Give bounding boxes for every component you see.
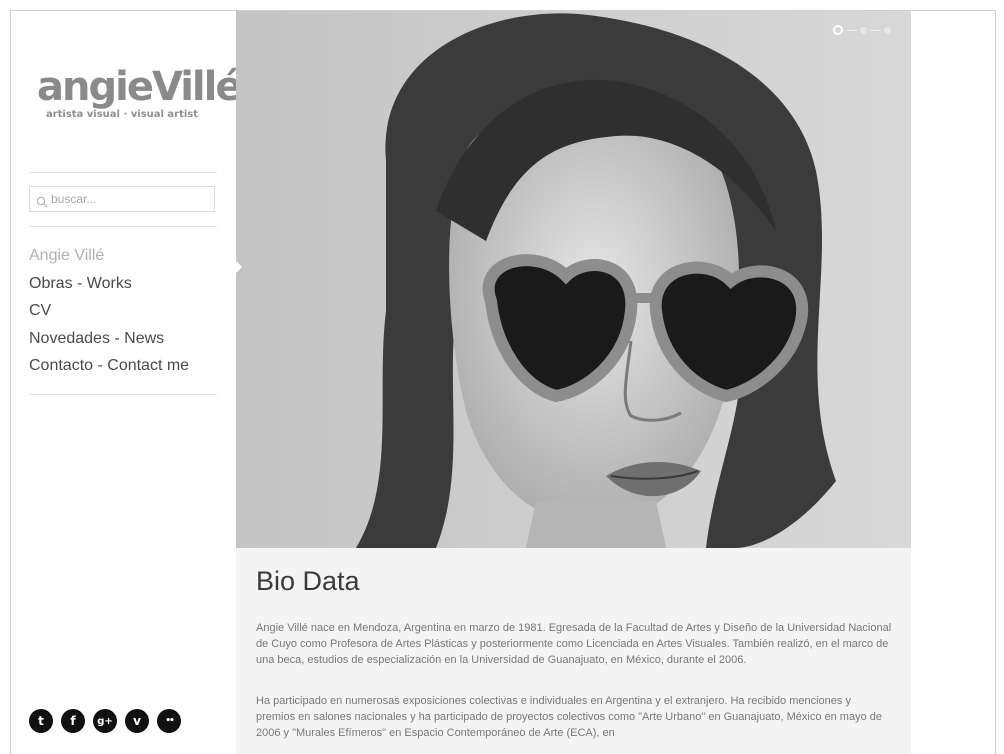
bio-paragraph-1: Angie Villé nace en Mendoza, Argentina e… bbox=[256, 622, 892, 666]
nav-item-contact[interactable]: Contacto - Contact me bbox=[29, 352, 189, 380]
hero-painting bbox=[236, 11, 911, 548]
search-input[interactable] bbox=[51, 192, 201, 206]
site-logo[interactable]: angieVillé artista visual · visual artis… bbox=[37, 64, 242, 122]
bio-title: Bio Data bbox=[256, 566, 360, 596]
facebook-icon[interactable]: f bbox=[61, 709, 85, 733]
slider-dot-2[interactable] bbox=[860, 26, 867, 34]
nav-item-cv[interactable]: CV bbox=[29, 297, 189, 325]
slider-dot-1[interactable] bbox=[833, 25, 843, 35]
google-plus-icon[interactable]: g+ bbox=[93, 709, 117, 733]
nav-item-works[interactable]: Obras - Works bbox=[29, 270, 189, 298]
vimeo-icon[interactable]: v bbox=[125, 709, 149, 733]
flickr-icon[interactable]: •• bbox=[157, 709, 181, 733]
divider bbox=[29, 172, 217, 173]
slider-dot-3[interactable] bbox=[884, 26, 891, 34]
bio-paragraph-2: Ha participado en numerosas exposiciones… bbox=[256, 695, 882, 739]
logo-title: angieVillé bbox=[37, 64, 242, 110]
page-frame: angieVillé artista visual · visual artis… bbox=[10, 10, 996, 754]
social-links: t f g+ v •• bbox=[29, 709, 181, 733]
bio-section: Bio Data Angie Villé nace en Mendoza, Ar… bbox=[236, 548, 911, 754]
nav-item-angie-ville[interactable]: Angie Villé bbox=[29, 242, 189, 270]
slider-dot-separator bbox=[870, 29, 881, 31]
divider bbox=[29, 226, 217, 227]
search-box[interactable] bbox=[29, 186, 215, 212]
nav-item-news[interactable]: Novedades - News bbox=[29, 325, 189, 353]
main-nav: Angie Villé Obras - Works CV Novedades -… bbox=[29, 242, 189, 380]
divider bbox=[29, 394, 217, 395]
active-nav-pointer bbox=[235, 260, 242, 274]
slider-dots bbox=[833, 25, 891, 35]
slider-dot-separator bbox=[846, 29, 857, 31]
twitter-icon[interactable]: t bbox=[29, 709, 53, 733]
logo-subtitle: artista visual · visual artist bbox=[45, 109, 199, 120]
sidebar: angieVillé artista visual · visual artis… bbox=[11, 11, 242, 754]
hero-slider[interactable] bbox=[236, 11, 911, 548]
search-icon bbox=[36, 193, 48, 208]
